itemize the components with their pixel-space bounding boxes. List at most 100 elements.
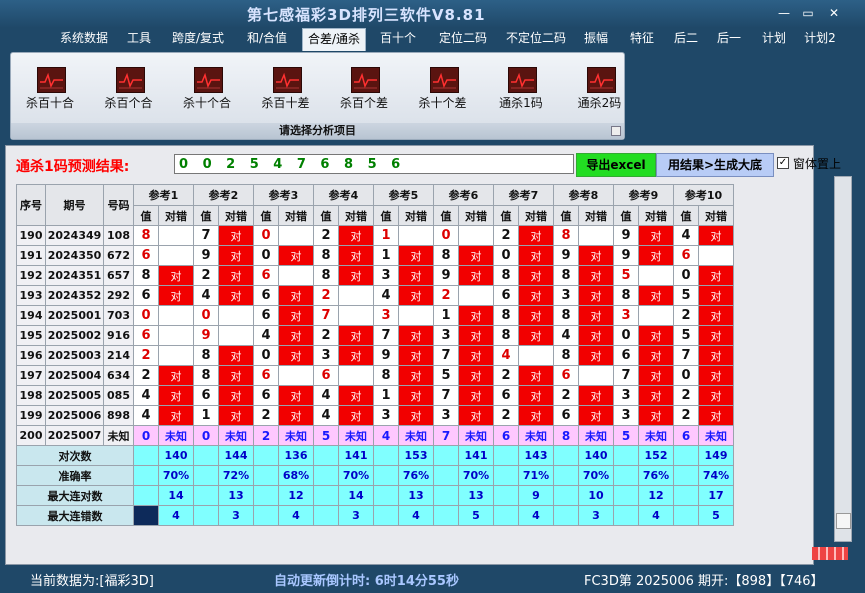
miss-cell — [158, 305, 194, 326]
hit-cell: 对 — [278, 345, 314, 366]
ref-value: 3 — [553, 285, 579, 306]
export-excel-button[interactable]: 导出excel — [576, 153, 656, 177]
row-period: 2025007 — [45, 425, 104, 446]
stats-pad — [433, 445, 459, 466]
table-row[interactable]: 195 2025002 916 6 9 4 对 2 对 7 对 3 对 8 对 4 对 0 对 5 对 — [16, 325, 734, 346]
ref-value: 0 — [673, 365, 699, 386]
table-row[interactable]: 197 2025004 634 2 对 8 对 6 6 8 对 5 对 2 对 6 7 对 0 对 — [16, 365, 734, 386]
ref-value: 2 — [193, 265, 219, 286]
ref-header: 参考2 — [193, 184, 254, 206]
menu-item[interactable]: 不定位二码 — [500, 28, 572, 50]
ribbon-tool[interactable]: 杀十个合 — [168, 67, 246, 127]
hit-cell: 对 — [338, 405, 374, 426]
menu-bar: 系统数据 工具 跨度/复式 和/合值 合差/通杀 百十个 定位二码 不定位二码 振幅 特征 后二 后一… — [0, 28, 865, 51]
menu-item[interactable]: 特征 — [624, 28, 660, 50]
table-row[interactable]: 192 2024351 657 8 对 2 对 6 8 对 3 对 9 对 8 对 8 对 5 0 对 — [16, 265, 734, 286]
ref-value: 9 — [613, 245, 639, 266]
row-number: 672 — [103, 245, 134, 266]
scrollbar-thumb[interactable] — [836, 513, 851, 529]
ref-header: 参考9 — [613, 184, 674, 206]
table-row[interactable]: 196 2025003 214 2 8 对 0 对 3 对 9 对 7 对 4 8 对 6 对 7 对 — [16, 345, 734, 366]
ribbon-tool[interactable]: 杀百十合 — [11, 67, 89, 127]
pending-value: 6 — [493, 425, 519, 446]
ribbon-expand-icon[interactable] — [611, 126, 621, 136]
vertical-scrollbar[interactable] — [834, 176, 852, 542]
tool-label: 杀百个合 — [104, 96, 153, 110]
ref-value: 0 — [613, 325, 639, 346]
menu-item[interactable]: 后二 — [668, 28, 704, 50]
stats-value: 140 — [578, 445, 614, 466]
ref-value: 2 — [673, 305, 699, 326]
stats-pad — [253, 445, 279, 466]
pending-value: 8 — [553, 425, 579, 446]
ribbon-tool[interactable]: 杀十个差 — [404, 67, 482, 127]
hit-cell: 对 — [158, 385, 194, 406]
menu-item[interactable]: 计划 — [757, 28, 791, 50]
ref-value: 1 — [373, 385, 399, 406]
stats-value: 76% — [398, 465, 434, 486]
table-row[interactable]: 191 2024350 672 6 9 对 0 对 8 对 1 对 8 对 0 对 9 对 9 对 6 — [16, 245, 734, 266]
hit-cell: 对 — [338, 385, 374, 406]
stats-value: 144 — [218, 445, 254, 466]
minimize-button[interactable]: — — [774, 6, 794, 20]
stats-value: 152 — [638, 445, 674, 466]
result-header: 对错 — [218, 205, 254, 226]
restore-button[interactable]: ▭ — [798, 6, 818, 20]
pin-window-checkbox[interactable]: ✓ — [777, 157, 789, 169]
stats-pad — [133, 445, 159, 466]
miss-cell — [518, 345, 554, 366]
hit-cell: 对 — [698, 225, 734, 246]
ref-value: 3 — [433, 405, 459, 426]
ref-value: 6 — [253, 305, 279, 326]
table-row[interactable]: 190 2024349 108 8 7 对 0 2 对 1 0 2 对 8 9 对 4 对 — [16, 225, 734, 246]
table-row[interactable]: 193 2024352 292 6 对 4 对 6 对 2 4 对 2 6 对 3 对 8 对 5 对 — [16, 285, 734, 306]
stats-pad — [313, 465, 339, 486]
table-row[interactable]: 199 2025006 898 4 对 1 对 2 对 4 对 3 对 3 对 2 对 6 对 3 对 2 对 — [16, 405, 734, 426]
stats-pad — [493, 445, 519, 466]
ribbon-tool[interactable]: 杀百十差 — [247, 67, 325, 127]
ribbon-tool[interactable]: 杀百个合 — [90, 67, 168, 127]
menu-item[interactable]: 和/合值 — [241, 28, 293, 50]
table-row[interactable]: 194 2025001 703 0 0 6 对 7 3 1 对 8 对 8 对 3 2 对 — [16, 305, 734, 326]
stats-pad — [193, 465, 219, 486]
menu-item[interactable]: 跨度/复式 — [166, 28, 230, 50]
ref-value: 2 — [493, 405, 519, 426]
hit-cell: 对 — [458, 245, 494, 266]
stats-pad — [133, 465, 159, 486]
menu-item[interactable]: 工具 — [122, 28, 156, 50]
ref-header: 参考6 — [433, 184, 494, 206]
ref-value: 8 — [313, 265, 339, 286]
ribbon-tool[interactable]: 通杀1码 — [482, 67, 560, 127]
ref-value: 9 — [193, 325, 219, 346]
menu-item[interactable]: 合差/通杀 — [302, 28, 366, 51]
hit-cell: 对 — [518, 365, 554, 386]
row-number: 634 — [103, 365, 134, 386]
menu-item[interactable]: 后一 — [711, 28, 747, 50]
hit-cell: 对 — [398, 365, 434, 386]
menu-item[interactable]: 计划2 — [801, 28, 839, 50]
pending-row[interactable]: 200 2025007 未知 0 未知 0 未知 2 未知 5 未知 4 未知 7 未知 6 未知 8 未知 5 未知 6… — [16, 425, 734, 446]
menu-item[interactable]: 百十个 — [376, 28, 420, 50]
close-button[interactable]: ✕ — [824, 6, 844, 20]
menu-item[interactable]: 定位二码 — [433, 28, 493, 50]
menu-item[interactable]: 系统数据 — [55, 28, 113, 50]
stats-pad — [433, 505, 459, 526]
ref-value: 4 — [133, 405, 159, 426]
ref-header: 参考3 — [253, 184, 314, 206]
pending-status: 未知 — [578, 425, 614, 446]
menu-item[interactable]: 振幅 — [580, 28, 612, 50]
ref-value: 5 — [673, 285, 699, 306]
ref-header: 参考7 — [493, 184, 554, 206]
row-seq: 196 — [16, 345, 46, 366]
window-title: 第七感福彩3D排列三软件V8.81 — [247, 6, 486, 24]
stats-value: 76% — [638, 465, 674, 486]
ribbon-tool[interactable]: 杀百个差 — [325, 67, 403, 127]
row-number: 未知 — [103, 425, 134, 446]
ribbon-tool[interactable]: 通杀2码 — [561, 67, 639, 127]
generate-base-button[interactable]: 用结果>生成大底 — [656, 153, 774, 177]
hit-cell: 对 — [638, 225, 674, 246]
stats-value: 5 — [458, 505, 494, 526]
pending-status: 未知 — [518, 425, 554, 446]
table-row[interactable]: 198 2025005 085 4 对 6 对 6 对 4 对 1 对 7 对 6 对 2 对 3 对 2 对 — [16, 385, 734, 406]
hit-cell: 对 — [278, 285, 314, 306]
